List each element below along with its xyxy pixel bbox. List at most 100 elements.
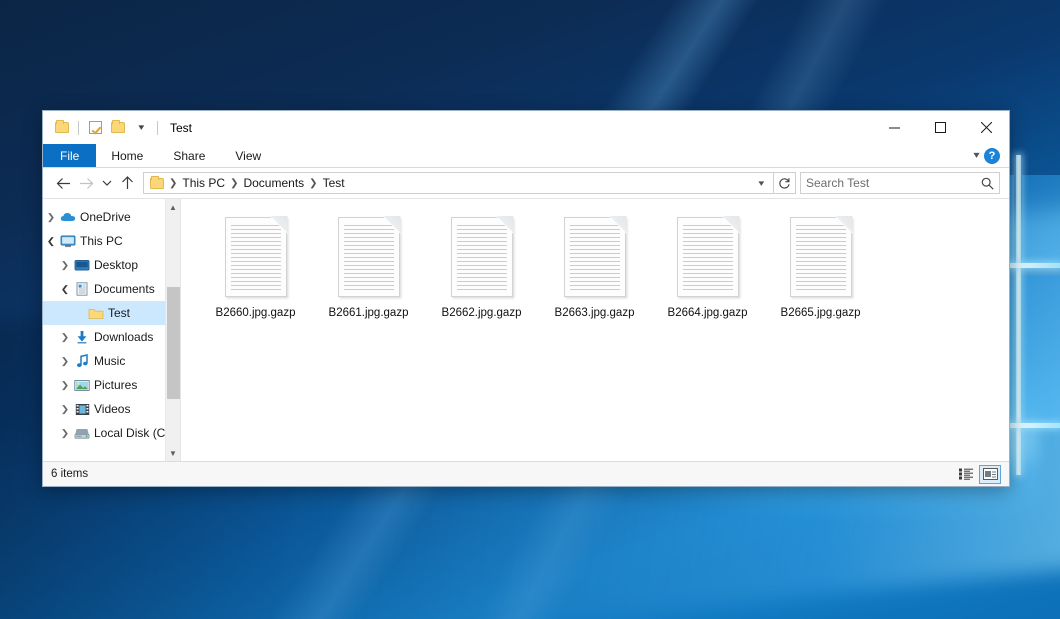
breadcrumb-item-test[interactable]: Test (320, 176, 348, 190)
sidebar-item-label: Desktop (94, 258, 138, 272)
chevron-right-icon[interactable]: ❯ (56, 428, 74, 439)
sidebar-scrollbar[interactable]: ▲ ▼ (165, 199, 180, 461)
sidebar-item-this-pc[interactable]: ❮ This PC (43, 229, 180, 253)
sidebar-item-local-disk-c[interactable]: ❯ Local Disk (C:) (43, 421, 180, 445)
navigation-pane: ❯ OneDrive ❮ This PC ❯ (43, 199, 180, 461)
search-input[interactable] (806, 176, 981, 190)
search-icon[interactable] (981, 177, 994, 190)
breadcrumb-item-this-pc[interactable]: This PC (179, 176, 228, 190)
sidebar-item-label: Music (94, 354, 125, 368)
large-icons-view-button[interactable] (979, 465, 1001, 484)
scrollbar-thumb[interactable] (167, 287, 180, 399)
sidebar-item-documents[interactable]: ❮ Documents (43, 277, 180, 301)
address-dropdown-chevron-icon[interactable]: ▾ (752, 178, 771, 189)
chevron-right-icon[interactable]: ❯ (56, 332, 74, 343)
desktop-wallpaper: ▾ Test File Home Share Vi (0, 0, 1060, 619)
chevron-right-icon[interactable]: ❯ (56, 380, 74, 391)
chevron-down-icon[interactable]: ❮ (43, 236, 60, 247)
file-name: B2663.jpg.gazp (555, 307, 635, 319)
properties-icon[interactable] (85, 118, 105, 138)
sidebar-item-label: Downloads (94, 330, 153, 344)
sidebar-item-onedrive[interactable]: ❯ OneDrive (43, 205, 180, 229)
sidebar-item-desktop[interactable]: ❯ Desktop (43, 253, 180, 277)
generic-document-icon (338, 217, 400, 297)
breadcrumb-folder-icon (150, 178, 164, 189)
minimize-button[interactable] (871, 111, 917, 144)
file-item[interactable]: B2664.jpg.gazp (651, 213, 764, 319)
qat-separator-1 (78, 121, 79, 135)
refresh-icon[interactable] (774, 172, 796, 194)
picture-icon (73, 379, 91, 392)
generic-document-icon (451, 217, 513, 297)
generic-document-icon (677, 217, 739, 297)
sidebar-item-label: Local Disk (C:) (94, 426, 173, 440)
new-folder-icon[interactable] (108, 118, 128, 138)
sidebar-item-music[interactable]: ❯ Music (43, 349, 180, 373)
file-name: B2664.jpg.gazp (668, 307, 748, 319)
sidebar-item-videos[interactable]: ❯ Videos (43, 397, 180, 421)
file-item[interactable]: B2660.jpg.gazp (199, 213, 312, 319)
scroll-up-arrow-icon[interactable]: ▲ (166, 199, 181, 215)
sidebar-item-downloads[interactable]: ❯ Downloads (43, 325, 180, 349)
file-name: B2660.jpg.gazp (216, 307, 296, 319)
sidebar-item-test[interactable]: ❯ Test (43, 301, 180, 325)
scrollbar-track[interactable] (166, 215, 181, 445)
sidebar-item-pictures[interactable]: ❯ Pictures (43, 373, 180, 397)
tab-file[interactable]: File (43, 144, 96, 167)
back-button[interactable] (52, 172, 75, 194)
video-icon (73, 403, 91, 416)
file-item[interactable]: B2662.jpg.gazp (425, 213, 538, 319)
folder-icon (87, 307, 105, 320)
generic-document-icon (564, 217, 626, 297)
item-count-label: 6 items (51, 468, 88, 480)
customize-caret-icon[interactable]: ▾ (131, 118, 151, 138)
file-name: B2662.jpg.gazp (442, 307, 522, 319)
cloud-icon (59, 211, 77, 223)
chevron-right-icon[interactable]: ❯ (56, 356, 74, 367)
details-view-button[interactable] (955, 465, 977, 484)
ribbon-tab-bar: File Home Share View ▾ ? (43, 144, 1009, 168)
window-title: Test (170, 121, 192, 135)
breadcrumb-separator-1[interactable]: ❯ (228, 178, 240, 189)
scroll-down-arrow-icon[interactable]: ▼ (166, 445, 181, 461)
file-item[interactable]: B2663.jpg.gazp (538, 213, 651, 319)
sidebar-item-label: Documents (94, 282, 155, 296)
sidebar-item-label: Test (108, 306, 130, 320)
breadcrumb-separator-0[interactable]: ❯ (167, 178, 179, 189)
search-box[interactable] (800, 172, 1000, 194)
tab-share[interactable]: Share (158, 144, 220, 167)
file-item[interactable]: B2661.jpg.gazp (312, 213, 425, 319)
breadcrumb-separator-2[interactable]: ❯ (307, 178, 319, 189)
ribbon-right-controls: ▾ ? (974, 144, 1009, 167)
address-bar: ❯ This PC ❯ Documents ❯ Test ▾ (43, 168, 1009, 198)
file-explorer-window: ▾ Test File Home Share Vi (42, 110, 1010, 487)
expand-ribbon-chevron-icon[interactable]: ▾ (973, 150, 979, 161)
chevron-right-icon[interactable]: ❯ (43, 212, 60, 223)
status-bar: 6 items (43, 461, 1009, 486)
close-button[interactable] (963, 111, 1009, 144)
chevron-right-icon[interactable]: ❯ (56, 260, 74, 271)
breadcrumb[interactable]: ❯ This PC ❯ Documents ❯ Test ▾ (143, 172, 774, 194)
file-name: B2665.jpg.gazp (781, 307, 861, 319)
download-icon (73, 330, 91, 344)
file-item[interactable]: B2665.jpg.gazp (764, 213, 877, 319)
chevron-down-icon[interactable]: ❮ (56, 284, 74, 295)
maximize-button[interactable] (917, 111, 963, 144)
tab-home[interactable]: Home (96, 144, 158, 167)
desktop-icon (73, 259, 91, 272)
drive-icon (73, 427, 91, 440)
chevron-right-icon[interactable]: ❯ (56, 404, 74, 415)
window-controls (871, 111, 1009, 144)
recent-locations-chevron-icon[interactable] (98, 172, 116, 194)
sidebar-item-label: OneDrive (80, 210, 131, 224)
folder-icon[interactable] (52, 118, 72, 138)
music-icon (73, 354, 91, 368)
file-list-pane[interactable]: B2660.jpg.gazp B2661.jpg.gazp (180, 199, 1009, 461)
forward-button[interactable] (75, 172, 98, 194)
generic-document-icon (225, 217, 287, 297)
tab-view[interactable]: View (220, 144, 276, 167)
sidebar-item-label: Videos (94, 402, 130, 416)
breadcrumb-item-documents[interactable]: Documents (240, 176, 307, 190)
help-icon[interactable]: ? (984, 148, 1000, 164)
up-button[interactable] (116, 172, 139, 194)
